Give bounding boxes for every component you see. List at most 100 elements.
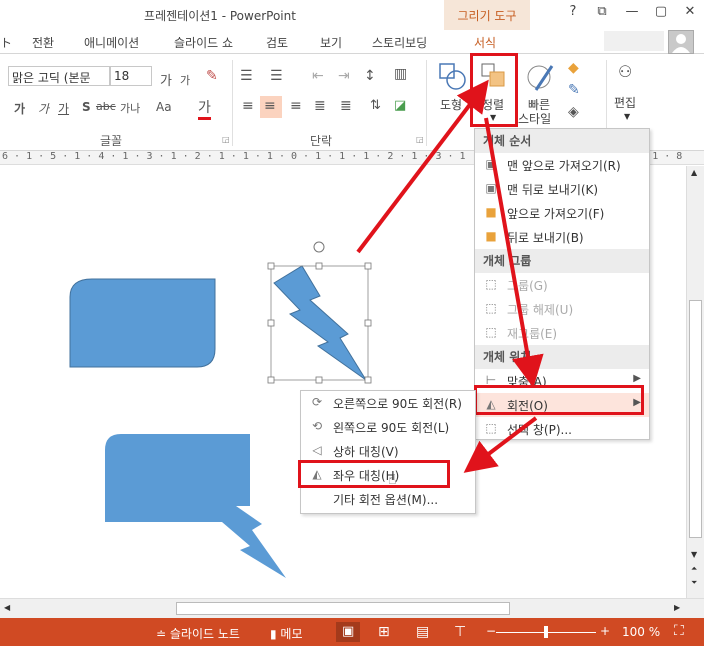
quick-styles-label-2[interactable]: 스타일 [518,110,551,127]
prev-slide-icon[interactable]: ⏶ [691,564,697,574]
bring-forward-icon: ■ [485,205,497,219]
justify-icon[interactable]: ≣ [314,98,326,114]
shapes-button-label[interactable]: 도형 [440,96,462,113]
tab-review[interactable]: 검토 [266,34,288,51]
fit-to-window-icon[interactable]: ⛶ [674,623,684,639]
zoom-slider-thumb[interactable] [544,626,548,638]
clear-format-icon[interactable]: ✎ [206,68,218,84]
editing-button-label[interactable]: 편집 [614,94,636,111]
minimize-button[interactable]: — [622,4,642,24]
menu-bring-to-front[interactable]: ▣ 맨 앞으로 가져오기(R) [475,153,649,177]
zoom-level[interactable]: 100 % [622,625,660,639]
rotate-submenu: ⟳ 오른쪽으로 90도 회전(R) ⟲ 왼쪽으로 90도 회전(L) ◁ 상하 대칭(… [300,390,476,514]
horizontal-scrollbar[interactable]: ◀ ▶ [0,598,704,618]
menu-more-rotation[interactable]: 기타 회전 옵션(M)... [301,487,475,511]
change-case-button[interactable]: Aa [156,100,172,114]
next-slide-icon[interactable]: ⏷ [691,578,697,588]
rounded-rectangle-shape [69,278,216,368]
shadow-button[interactable]: S [82,100,91,114]
scroll-right-icon[interactable]: ▶ [674,603,680,612]
ribbon-separator [426,60,427,146]
user-name-box[interactable] [604,31,664,51]
help-button[interactable]: ? [563,4,583,24]
grow-font-button[interactable]: 가 [160,70,172,89]
smartart-icon[interactable]: ◪ [394,98,406,113]
ribbon-display-button[interactable]: ⧉ [592,4,612,24]
font-size-combo[interactable]: 18 [110,66,152,86]
slideshow-icon[interactable]: ⊤ [454,624,466,640]
italic-button[interactable]: 가 [38,100,49,117]
decrease-indent-icon[interactable]: ⇤ [312,68,324,84]
shape-fill-icon[interactable]: ◆ [568,60,579,76]
group-icon: ⬚ [485,277,497,291]
shape-outline-icon[interactable]: ✎ [568,82,580,98]
binoculars-icon[interactable]: ⚇ [618,62,632,81]
menu-rotate-right[interactable]: ⟳ 오른쪽으로 90도 회전(R) [301,391,475,415]
group-label: 그룹(G) [507,279,548,293]
zoom-in-button[interactable]: + [600,624,610,638]
zoom-out-button[interactable]: − [486,624,496,638]
line-spacing-icon[interactable]: ↕ [364,68,376,84]
rotate-left-icon: ⟲ [311,419,323,433]
editing-dropdown-icon[interactable]: ▼ [624,112,630,121]
tab-transitions[interactable]: 전환 [32,34,54,51]
text-direction-icon[interactable]: ⇅ [370,98,381,113]
scroll-down-icon[interactable]: ▼ [691,550,697,559]
shapes-icon[interactable] [436,60,470,94]
align-center-icon[interactable]: ≡ [264,98,276,114]
send-to-back-icon: ▣ [485,181,497,195]
menu-selection-pane[interactable]: ⬚ 선택 창(P)... [475,417,649,441]
align-left-icon[interactable]: ≡ [242,98,254,114]
tab-storyboarding[interactable]: 스토리보딩 [372,34,427,51]
tab-slide-show[interactable]: 슬라이드 쇼 [174,34,233,51]
arrange-button-label[interactable]: 정렬 [482,96,504,113]
align-right-icon[interactable]: ≡ [290,98,302,114]
bullets-icon[interactable]: ☰ [240,68,253,84]
font-dialog-launcher-icon[interactable]: ◲ [222,135,230,144]
tab-format[interactable]: 서식 [474,34,497,51]
menu-regroup[interactable]: ⬚ 재그룹(E) [475,321,649,345]
menu-ungroup[interactable]: ⬚ 그룹 해제(U) [475,297,649,321]
numbering-icon[interactable]: ☰ [270,68,283,84]
distribute-icon[interactable]: ≣ [340,98,352,114]
tab-animations[interactable]: 애니메이션 [84,34,139,51]
shrink-font-button[interactable]: 가 [180,72,190,88]
quick-styles-icon[interactable] [522,60,558,94]
notes-button[interactable]: ≐ 슬라이드 노트 [156,625,240,642]
font-color-button[interactable]: 가 [198,97,211,120]
comments-button[interactable]: ▮ 메모 [270,625,303,642]
paragraph-dialog-launcher-icon[interactable]: ◲ [416,135,424,144]
tab-view[interactable]: 보기 [320,34,342,51]
group-label-paragraph: 단락 [310,134,333,148]
ungroup-label: 그룹 해제(U) [507,303,574,317]
slide-sorter-icon[interactable]: ⊞ [378,624,390,640]
strikethrough-button[interactable]: abc [96,100,116,113]
columns-icon[interactable]: ▥ [394,66,407,82]
shape-effects-icon[interactable]: ◈ [568,104,579,120]
rotate-right-label: 오른쪽으로 90도 회전(R) [333,397,462,411]
tab-partial[interactable]: ト [0,34,12,51]
scroll-left-icon[interactable]: ◀ [4,603,10,612]
arrange-icon[interactable] [476,60,512,94]
maximize-button[interactable]: ▢ [651,4,671,24]
menu-send-backward[interactable]: ■ 뒤로 보내기(B) [475,225,649,249]
avatar[interactable] [668,30,694,54]
font-name-combo[interactable]: 맑은 고딕 (본문 [8,66,110,86]
close-button[interactable]: ✕ [680,4,700,24]
menu-bring-forward[interactable]: ■ 앞으로 가져오기(F) [475,201,649,225]
more-rotation-label: 기타 회전 옵션(M)... [333,493,439,507]
horizontal-scroll-thumb[interactable] [176,602,510,615]
menu-group[interactable]: ⬚ 그룹(G) [475,273,649,297]
reading-view-icon[interactable]: ▤ [416,624,429,640]
bold-button[interactable]: 가 [14,100,25,117]
char-spacing-button[interactable]: 가나 [120,100,140,116]
vertical-scroll-thumb[interactable] [689,300,702,538]
vertical-scrollbar[interactable]: ▲ ▼ ⏶ ⏷ [686,166,704,598]
normal-view-button[interactable]: ▣ [336,622,360,642]
increase-indent-icon[interactable]: ⇥ [338,68,350,84]
menu-send-to-back[interactable]: ▣ 맨 뒤로 보내기(K) [475,177,649,201]
underline-button[interactable]: 가 [58,100,69,117]
scroll-up-icon[interactable]: ▲ [691,168,697,177]
arrange-dropdown-icon[interactable]: ▼ [490,113,496,122]
menu-rotate-left[interactable]: ⟲ 왼쪽으로 90도 회전(L) [301,415,475,439]
